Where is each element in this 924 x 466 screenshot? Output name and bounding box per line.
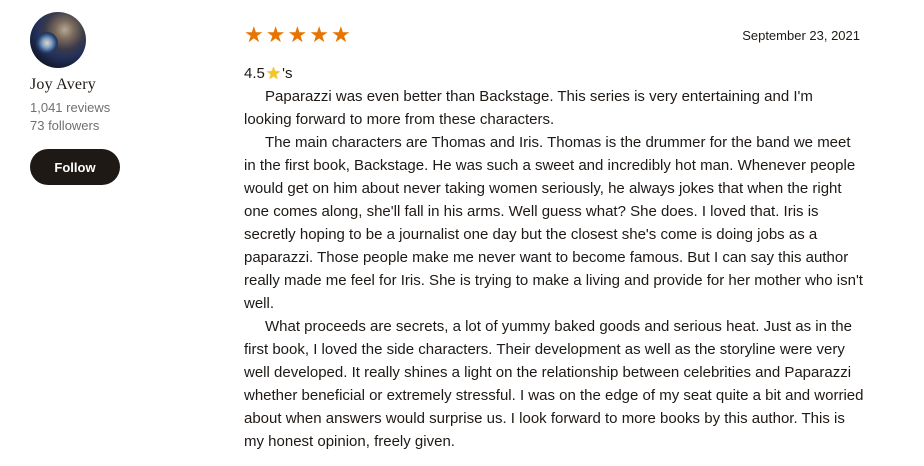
rating-suffix: 's (282, 65, 293, 82)
reviewer-stats: 1,041 reviews 73 followers (30, 99, 200, 135)
review-paragraph: The main characters are Thomas and Iris.… (244, 134, 863, 312)
rating-line: 4.5 ★ 's (244, 62, 864, 85)
review-body: 4.5 ★ 's Paparazzi was even better than … (244, 62, 864, 453)
review-paragraph: What proceeds are secrets, a lot of yumm… (244, 318, 864, 450)
star-emoji-icon: ★ (265, 64, 282, 83)
review-header: ★ ★ ★ ★ ★ September 23, 2021 (244, 24, 864, 46)
star-icon: ★ (309, 22, 329, 47)
avatar-eye-art (36, 32, 58, 54)
rating-value: 4.5 (244, 65, 265, 82)
star-icon: ★ (330, 22, 351, 47)
review-paragraph: Paparazzi was even better than Backstage… (244, 88, 813, 128)
avatar[interactable] (30, 12, 86, 68)
reviews-count: 1,041 reviews (30, 100, 111, 115)
review-card: ★ ★ ★ ★ ★ September 23, 2021 4.5 ★ 's Papara… (244, 24, 864, 453)
review-date[interactable]: September 23, 2021 (742, 28, 864, 43)
star-rating: ★ ★ ★ ★ ★ (244, 24, 351, 46)
reviewer-panel: Joy Avery 1,041 reviews 73 followers Fol… (30, 12, 200, 185)
star-icon: ★ (265, 22, 286, 47)
followers-count: 73 followers (30, 118, 100, 133)
star-icon: ★ (287, 22, 308, 47)
reviewer-name[interactable]: Joy Avery (30, 76, 200, 94)
star-icon: ★ (244, 22, 264, 47)
follow-button[interactable]: Follow (30, 149, 120, 185)
